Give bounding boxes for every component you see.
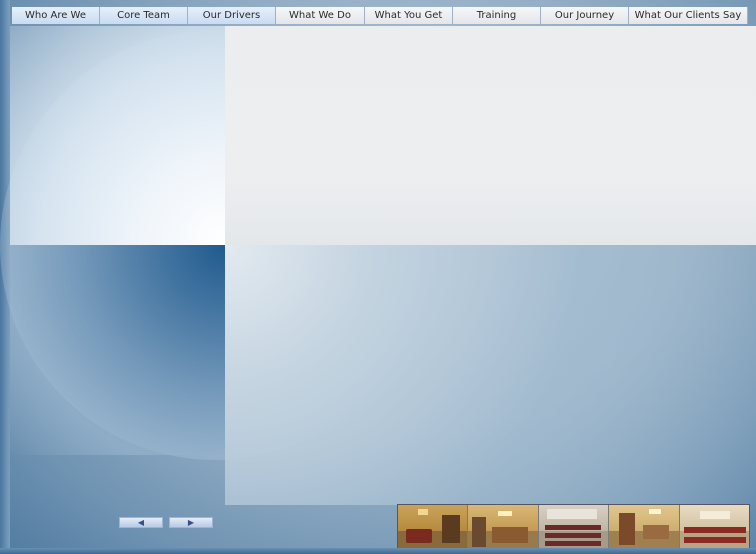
nav-item-our-drivers[interactable]: Our Drivers [188, 7, 276, 24]
nav-item-training[interactable]: Training [453, 7, 541, 24]
nav-item-who-are-we[interactable]: Who Are We [12, 7, 100, 24]
nav-item-label: Training [476, 10, 517, 21]
thumbnail-lounge[interactable] [398, 505, 468, 548]
gallery-prev-button[interactable]: ◀ [119, 517, 163, 528]
thumbnail-training-room[interactable] [679, 505, 750, 548]
nav-item-our-journey[interactable]: Our Journey [541, 7, 629, 24]
top-right-content-panel [225, 26, 756, 245]
nav-item-what-our-clients-say[interactable]: What Our Clients Say [629, 7, 748, 24]
nav-item-label: Our Journey [554, 10, 615, 21]
main-nav: Who Are We Core Team Our Drivers What We… [12, 7, 748, 24]
top-left-glow-panel [10, 26, 225, 245]
gallery-next-button[interactable]: ▶ [169, 517, 213, 528]
bottom-left-shade-panel [10, 245, 225, 455]
thumbnail-office[interactable] [609, 505, 679, 548]
right-arrow-icon: ▶ [187, 517, 195, 527]
nav-item-label: Core Team [117, 10, 170, 21]
nav-item-label: What Our Clients Say [634, 10, 742, 21]
nav-item-label: Our Drivers [202, 10, 261, 21]
thumbnail-classroom[interactable] [538, 505, 609, 548]
page: Who Are We Core Team Our Drivers What We… [0, 0, 756, 554]
nav-item-what-you-get[interactable]: What You Get [365, 7, 453, 24]
bottom-right-content-panel [225, 245, 756, 505]
nav-item-what-we-do[interactable]: What We Do [276, 7, 365, 24]
nav-item-core-team[interactable]: Core Team [100, 7, 188, 24]
bottom-edge-frame [0, 548, 756, 554]
nav-item-label: Who Are We [24, 10, 87, 21]
thumbnail-reception[interactable] [468, 505, 538, 548]
left-arrow-icon: ◀ [137, 517, 145, 527]
thumbnail-strip [397, 504, 750, 549]
nav-item-label: What We Do [289, 10, 351, 21]
nav-item-label: What You Get [374, 10, 443, 21]
